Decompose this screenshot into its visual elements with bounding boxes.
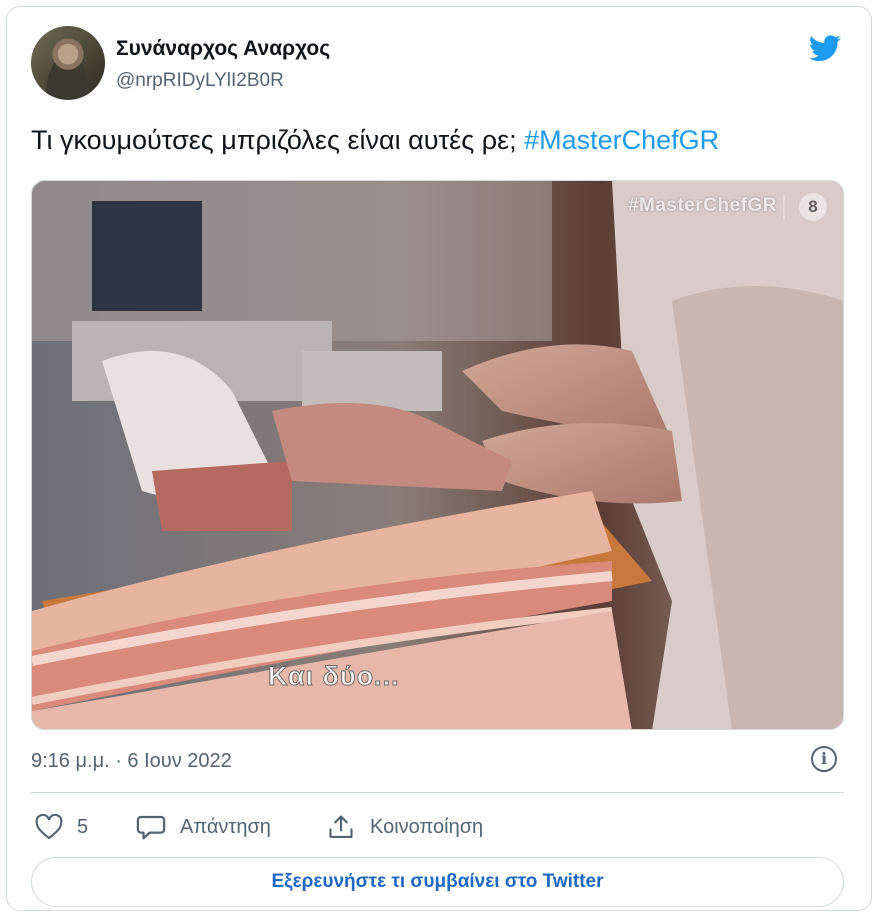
tweet-media[interactable]: #MasterChefGR 8 Και δύο... — [31, 180, 844, 730]
like-button[interactable]: 5 — [35, 812, 88, 842]
reply-label: Απάντηση — [180, 815, 271, 838]
channel-logo: 8 — [799, 193, 827, 221]
tweet-timestamp[interactable]: 9:16 μ.μ. · 6 Ιουν 2022 — [31, 750, 232, 773]
like-count: 5 — [77, 815, 89, 838]
divider — [31, 792, 844, 793]
tweet-body: Τι γκουμούτσες μπριζόλες είναι αυτές ρε; — [31, 125, 525, 155]
share-upload-icon — [329, 815, 353, 838]
heart-icon — [35, 814, 63, 840]
reply-bubble-icon — [136, 815, 166, 840]
media-image — [32, 181, 843, 729]
explore-twitter-button[interactable]: Εξερευνήστε τι συμβαίνει στο Twitter — [31, 857, 844, 907]
watermark-divider — [783, 195, 785, 219]
share-button[interactable]: Κοινοποίηση — [326, 812, 483, 842]
tweet-text: Τι γκουμούτσες μπριζόλες είναι αυτές ρε;… — [31, 125, 719, 156]
info-icon[interactable]: i — [811, 746, 837, 772]
share-label: Κοινοποίηση — [370, 815, 484, 838]
author-avatar[interactable] — [31, 26, 105, 100]
media-watermark: #MasterChefGR — [627, 195, 777, 216]
reply-button[interactable]: Απάντηση — [136, 812, 271, 842]
media-subtitle: Και δύο... — [268, 661, 400, 692]
author-name[interactable]: Συνάναρχος Αναρχος — [116, 37, 330, 61]
author-handle[interactable]: @nrpRIDyLYlI2B0R — [116, 70, 284, 92]
tweet-hashtag-link[interactable]: #MasterChefGR — [524, 125, 719, 155]
twitter-bird-icon[interactable] — [806, 32, 844, 64]
